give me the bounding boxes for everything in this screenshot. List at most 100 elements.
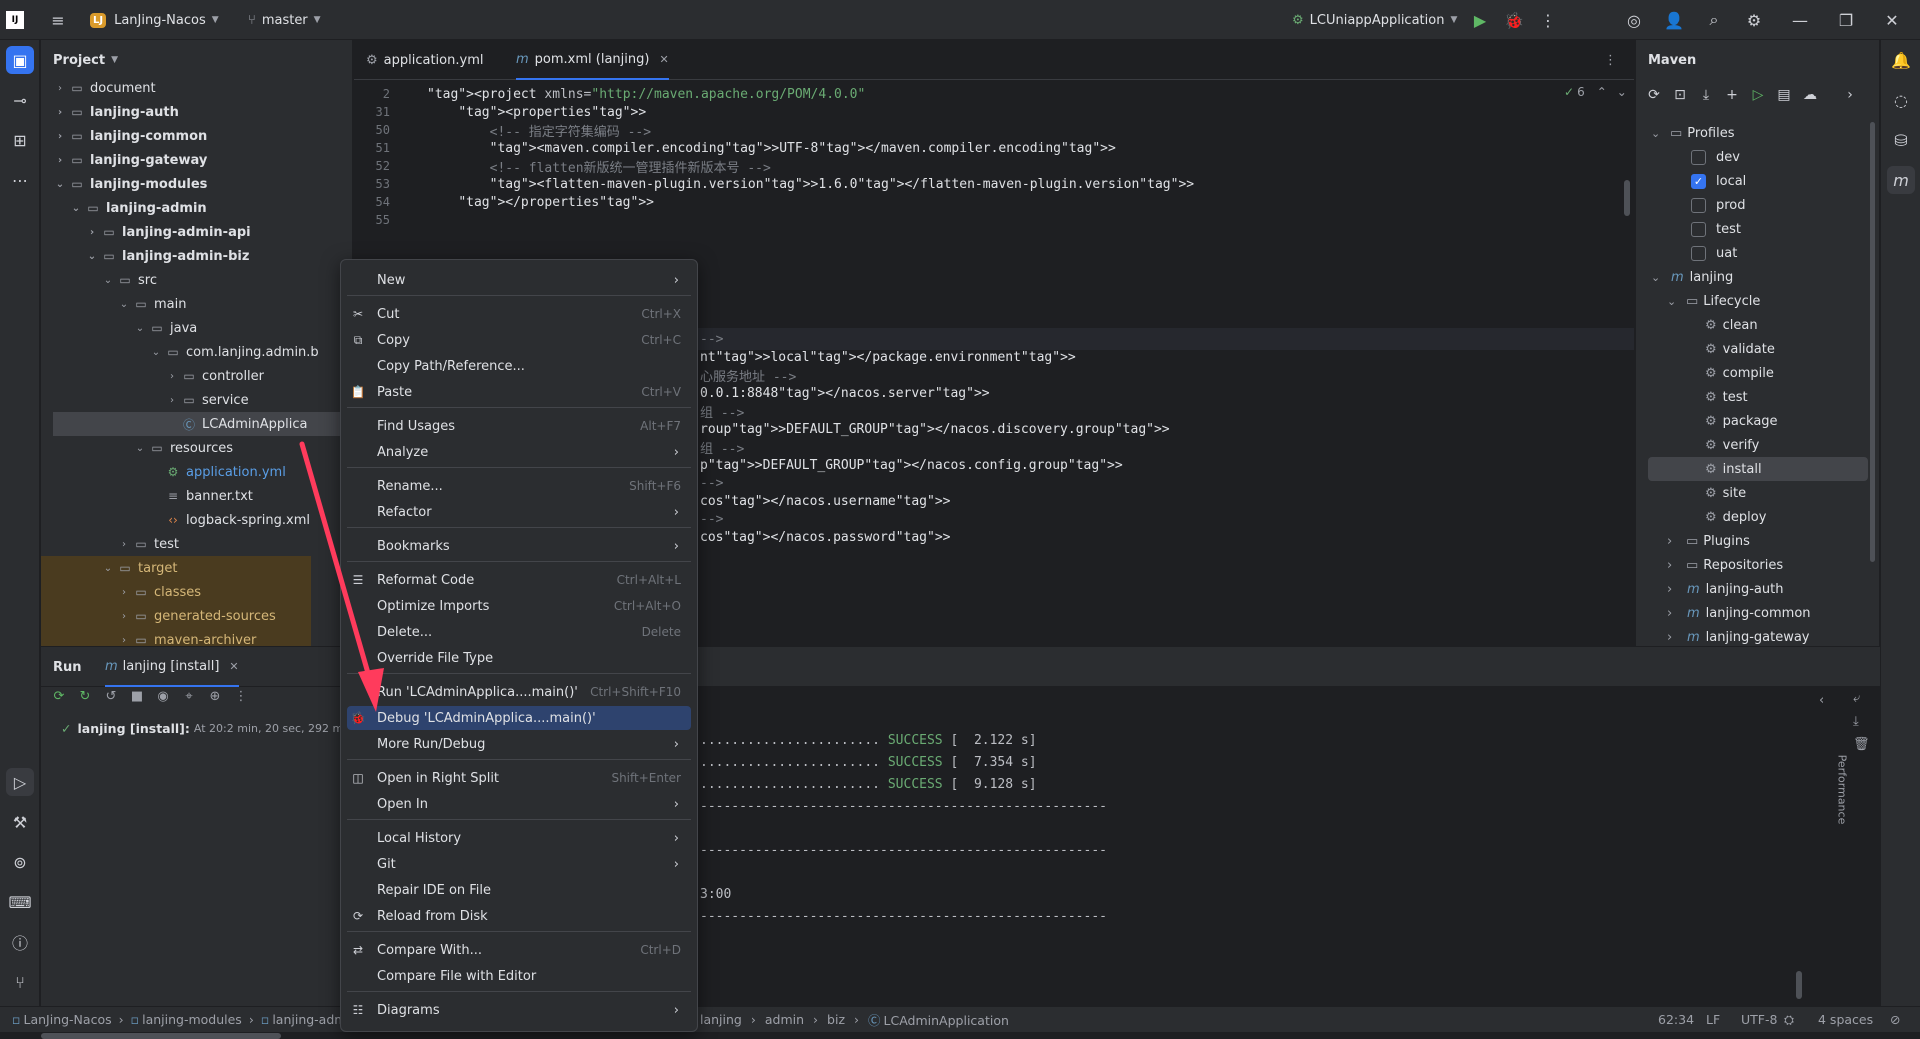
tree-item[interactable]: ‹› logback-spring.xml	[148, 508, 310, 532]
maven-profile[interactable]: uat	[1691, 241, 1737, 265]
chevron-right-icon[interactable]: ›	[52, 155, 68, 166]
lock-icon[interactable]: ⛭	[1784, 1012, 1794, 1028]
breadcrumb-item[interactable]: admin	[765, 1012, 804, 1027]
menu-item[interactable]: Copy Path/Reference...	[347, 354, 691, 378]
chevron-right-icon[interactable]: ›	[52, 131, 68, 142]
branch-switcher[interactable]: ⑂ master ▼	[248, 0, 321, 40]
tree-item[interactable]: ⌄ ▭ java	[132, 316, 197, 340]
breadcrumb-item[interactable]: biz	[827, 1012, 845, 1027]
maven-module[interactable]: › m lanjing-common	[1667, 601, 1811, 625]
tree-item[interactable]: › ▭ lanjing-gateway	[52, 148, 207, 172]
ide-logo-icon[interactable]: IJ	[6, 0, 24, 40]
search-icon[interactable]: ⌕	[1700, 0, 1728, 40]
tree-item[interactable]: › ▭ service	[164, 388, 249, 412]
menu-item[interactable]: Open In ›	[347, 792, 691, 816]
breadcrumb-item[interactable]: ▫ LanJing-Nacos	[12, 1012, 112, 1027]
build-tool-icon[interactable]: ⚒	[6, 808, 34, 836]
lifecycle-goal[interactable]: ⚙ test	[1705, 385, 1748, 409]
tree-item[interactable]: ⌄ ▭ lanjing-admin-biz	[84, 244, 250, 268]
tree-item[interactable]: › ▭ lanjing-admin-api	[84, 220, 251, 244]
tree-item[interactable]: ⌄ ▭ lanjing-admin	[68, 196, 207, 220]
menu-item[interactable]: ⇄ Compare With... Ctrl+D	[347, 938, 691, 962]
stop-icon[interactable]: ■	[127, 689, 147, 704]
chevron-right-icon[interactable]: ›	[84, 227, 100, 238]
lifecycle-goal[interactable]: ⚙ clean	[1705, 313, 1758, 337]
breadcrumb-item[interactable]: lanjing	[700, 1012, 742, 1027]
commit-tool-icon[interactable]: ⊸	[6, 86, 34, 114]
chevron-right-icon[interactable]: ›	[116, 587, 132, 598]
more-actions-icon[interactable]: ⋮	[1534, 0, 1562, 40]
menu-item[interactable]: More Run/Debug ›	[347, 732, 691, 756]
run-config-selector[interactable]: ⚙ LCUniappApplication ▼	[1292, 0, 1457, 40]
tree-item[interactable]: › ▭ classes	[41, 580, 311, 604]
menu-item[interactable]: 🐞 Debug 'LCAdminApplica....main()'	[347, 706, 691, 730]
clear-all-icon[interactable]: 🗑	[1853, 737, 1870, 752]
offline-mode-icon[interactable]: ☁	[1800, 87, 1820, 103]
close-tab-icon[interactable]: ✕	[659, 53, 668, 66]
main-menu-icon[interactable]: ≡	[44, 0, 72, 40]
show-icon[interactable]: ◉	[153, 689, 173, 704]
project-panel-header[interactable]: Project ▼	[41, 40, 352, 80]
lifecycle-goal[interactable]: ⚙ site	[1705, 481, 1746, 505]
caret-position[interactable]: 62:34	[1658, 1012, 1694, 1027]
chevron-right-icon[interactable]: ›	[164, 371, 180, 382]
run-icon[interactable]: ▶	[1466, 0, 1494, 40]
menu-item[interactable]: ✂ Cut Ctrl+X	[347, 302, 691, 326]
maven-repositories[interactable]: › ▭ Repositories	[1667, 553, 1783, 577]
git-tool-icon[interactable]: ⑂	[6, 968, 34, 996]
menu-item[interactable]: Repair IDE on File	[347, 878, 691, 902]
chevron-down-icon[interactable]: ⌄	[148, 347, 164, 358]
code-line[interactable]: 55	[354, 209, 1634, 231]
tree-item[interactable]: › ▭ lanjing-common	[52, 124, 207, 148]
project-tool-icon[interactable]: ▣	[6, 46, 34, 74]
soft-wrap-icon[interactable]: ⤶	[1853, 691, 1870, 706]
tree-item[interactable]: › ▭ document	[52, 76, 156, 100]
tree-item[interactable]: ⌄ ▭ lanjing-modules	[52, 172, 208, 196]
file-encoding[interactable]: UTF-8	[1741, 1012, 1777, 1027]
notifications-bell-icon[interactable]: 🔔	[1887, 46, 1915, 74]
tree-item[interactable]: › ▭ maven-archiver	[41, 628, 311, 646]
maven-project[interactable]: ⌄ m lanjing	[1651, 265, 1733, 289]
chevron-down-icon[interactable]: ⌄	[68, 203, 84, 214]
line-separator[interactable]: LF	[1706, 1012, 1720, 1027]
menu-item[interactable]: 📋 Paste Ctrl+V	[347, 380, 691, 404]
inspection-widget[interactable]: ✓ 6 ⌃ ⌄	[1564, 85, 1627, 99]
chevron-left-icon[interactable]: ‹	[1819, 693, 1824, 708]
tree-item[interactable]: ≡ banner.txt	[148, 484, 253, 508]
download-icon[interactable]: ⤓	[1696, 87, 1716, 103]
menu-item[interactable]: Rename... Shift+F6	[347, 474, 691, 498]
breadcrumb-item[interactable]: ▫ lanjing-adm	[261, 1012, 347, 1027]
menu-item[interactable]: New ›	[347, 268, 691, 292]
menu-item[interactable]: Refactor ›	[347, 500, 691, 524]
profile-checkbox[interactable]	[1691, 149, 1706, 165]
maven-lifecycle[interactable]: ⌄ ▭ Lifecycle	[1667, 289, 1760, 313]
console-scrollbar[interactable]	[1796, 971, 1802, 999]
maven-tool-icon[interactable]: m	[1887, 166, 1915, 194]
maven-scrollbar[interactable]	[1870, 122, 1875, 562]
run-tool-icon[interactable]: ▷	[6, 768, 34, 796]
tree-item[interactable]: ⌄ ▭ com.lanjing.admin.b	[148, 340, 319, 364]
lifecycle-goal[interactable]: ⚙ deploy	[1705, 505, 1766, 529]
services-tool-icon[interactable]: ⊚	[6, 848, 34, 876]
lifecycle-goal[interactable]: ⚙ validate	[1705, 337, 1775, 361]
close-tab-icon[interactable]: ✕	[229, 660, 238, 673]
close-icon[interactable]: ✕	[1878, 0, 1906, 40]
chevron-up-icon[interactable]: ⌃	[1597, 85, 1607, 99]
toggle-offline-icon[interactable]: ↺	[101, 689, 121, 704]
menu-item[interactable]: Find Usages Alt+F7	[347, 414, 691, 438]
profile-checkbox[interactable]	[1691, 221, 1706, 237]
editor-more-icon[interactable]: ⋮	[1604, 40, 1617, 80]
lifecycle-goal[interactable]: ⚙ package	[1705, 409, 1778, 433]
menu-item[interactable]: Git ›	[347, 852, 691, 876]
terminal-tool-icon[interactable]: ⌨	[6, 888, 34, 916]
tree-item[interactable]: ⌄ ▭ resources	[132, 436, 233, 460]
maximize-icon[interactable]: ❐	[1832, 0, 1860, 40]
editor-scrollbar[interactable]	[1624, 180, 1630, 216]
execute-goal-icon[interactable]: ▤	[1774, 87, 1794, 103]
menu-item[interactable]: Run 'LCAdminApplica....main()' Ctrl+Shift…	[347, 680, 691, 704]
chevron-down-icon[interactable]: ⌄	[100, 563, 116, 574]
debug-icon[interactable]: 🐞	[1500, 0, 1528, 40]
tab-pom-xml[interactable]: m pom.xml (lanjing) ✕	[516, 40, 669, 80]
tree-item[interactable]: › ▭ lanjing-auth	[52, 100, 179, 124]
scroll-end-icon[interactable]: ⤓	[1853, 714, 1870, 729]
